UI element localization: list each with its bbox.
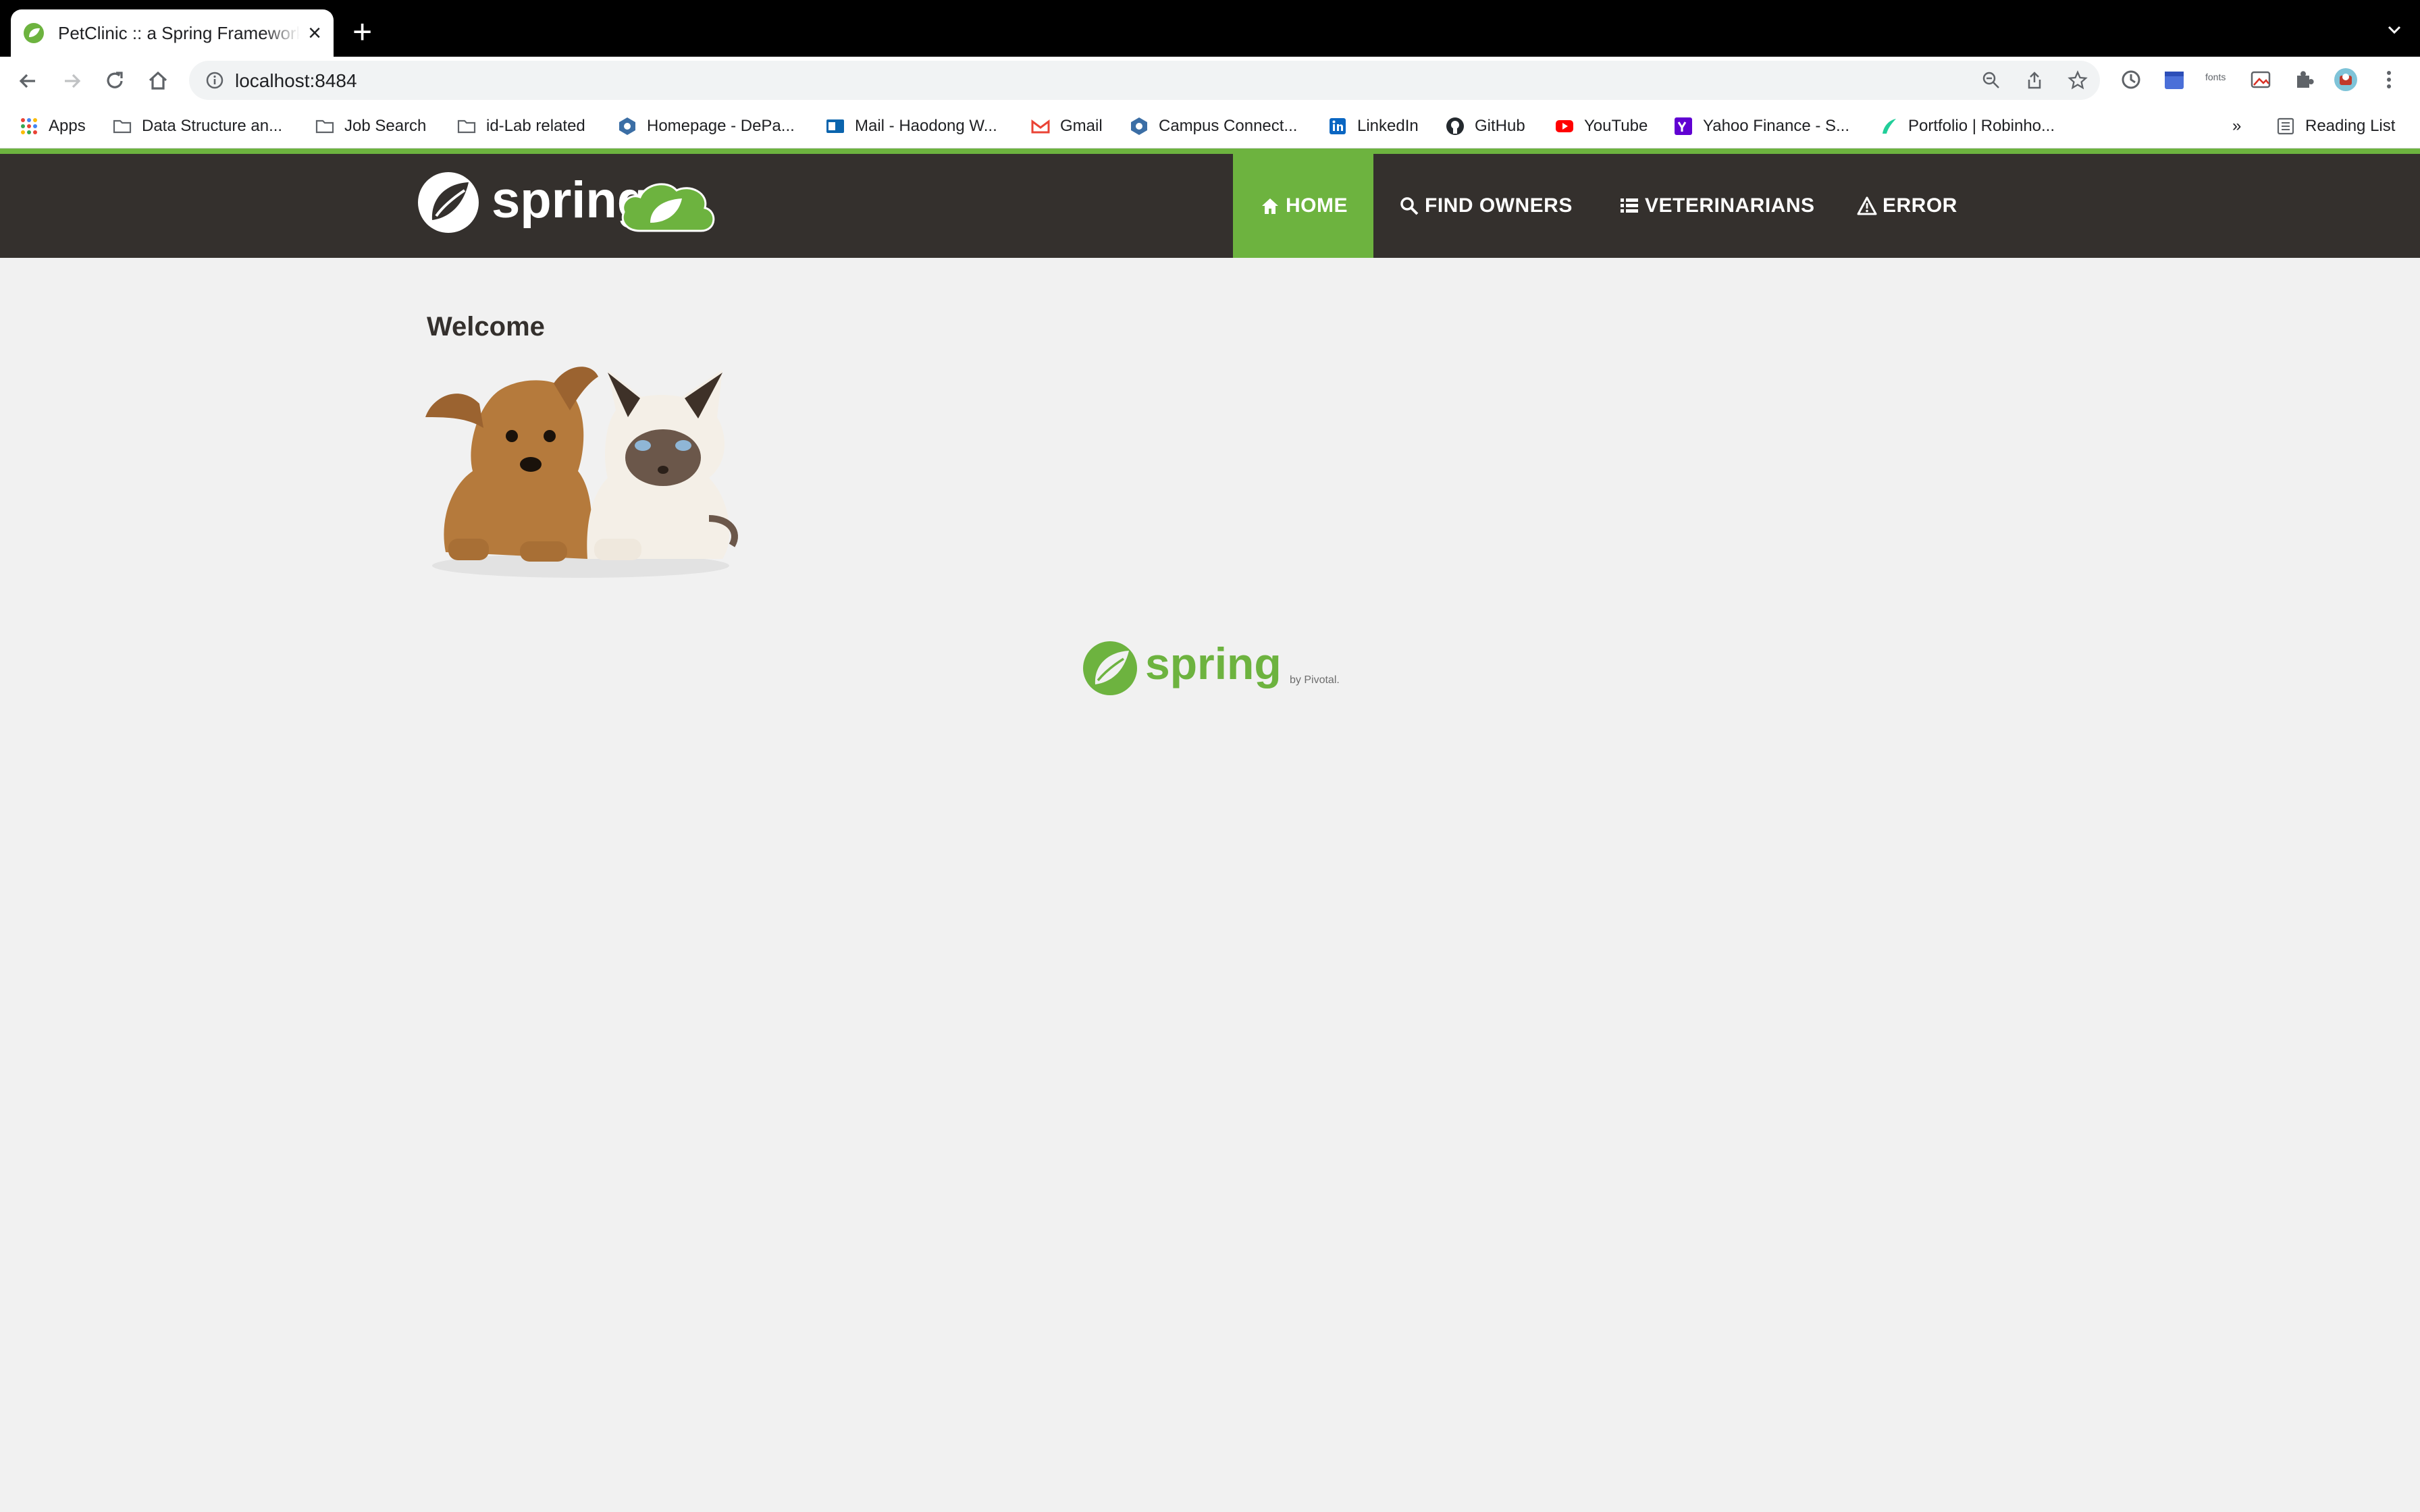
nav-find-owners-label: FIND OWNERS (1425, 194, 1573, 217)
overflow-chevron-icon: » (2232, 117, 2242, 135)
home-browser-icon[interactable] (144, 68, 172, 94)
bookmarks-overflow-button[interactable]: » (2232, 115, 2241, 138)
youtube-icon (1556, 120, 1573, 132)
home-icon (1262, 198, 1278, 214)
spring-favicon-icon (24, 23, 44, 43)
robinhood-icon (1883, 119, 1896, 134)
gmail-icon (1031, 119, 1050, 134)
folder-icon (113, 119, 132, 134)
address-bar[interactable]: localhost:8484 (189, 61, 2100, 100)
bookmark-folder-id-lab[interactable]: id-Lab related (456, 115, 585, 138)
extensions-puzzle-icon[interactable] (2292, 68, 2316, 92)
bookmark-folder-data-structure[interactable]: Data Structure an... (112, 115, 282, 138)
extension-image-icon[interactable] (2248, 68, 2273, 92)
extension-fonts-icon[interactable]: fonts (2205, 72, 2230, 96)
bookmark-label: GitHub (1475, 117, 1525, 135)
spring-logo[interactable]: spring (417, 169, 729, 240)
depaul-icon (619, 117, 635, 135)
footer-tagline: by Pivotal. (1290, 674, 1340, 686)
new-tab-icon[interactable]: + (352, 15, 372, 49)
page-title: Welcome (427, 312, 545, 342)
nav-error[interactable]: ERROR (1857, 154, 1957, 258)
bookmark-label: Data Structure an... (142, 117, 283, 135)
bookmark-youtube[interactable]: YouTube (1554, 115, 1648, 138)
pets-image (425, 367, 738, 578)
bookmark-folder-job-search[interactable]: Job Search (315, 115, 426, 138)
nav-error-label: ERROR (1883, 194, 1957, 217)
bookmark-label: Gmail (1060, 117, 1103, 135)
forward-icon[interactable] (58, 68, 85, 94)
bookmark-campus-connect[interactable]: Campus Connect... (1129, 115, 1297, 138)
browser-tab[interactable]: PetClinic :: a Spring Framework demonstr… (11, 9, 334, 57)
url-text: localhost:8484 (235, 70, 357, 91)
reload-icon[interactable] (101, 68, 128, 94)
bookmark-label: Homepage - DePa... (647, 117, 795, 135)
outlook-icon (826, 119, 844, 133)
profile-avatar-icon[interactable] (2334, 68, 2358, 92)
info-icon[interactable] (205, 71, 224, 90)
star-icon[interactable] (2068, 70, 2088, 90)
bookmarks-bar: Apps Data Structure an... Job Search id-… (0, 104, 2420, 148)
yahoo-icon (1675, 117, 1692, 135)
github-icon (1446, 117, 1464, 135)
search-icon (1400, 197, 1419, 215)
bookmark-label: Apps (49, 117, 86, 135)
close-tab-icon[interactable]: × (308, 22, 321, 45)
bookmark-apps[interactable]: Apps (19, 115, 86, 138)
bookmark-mail[interactable]: Mail - Haodong W... (825, 115, 997, 138)
bookmark-label: Mail - Haodong W... (855, 117, 997, 135)
bookmark-homepage-depaul[interactable]: Homepage - DePa... (617, 115, 795, 138)
spring-by-pivotal-logo: spring by Pivotal. (1083, 639, 1340, 695)
reading-list-icon (2277, 117, 2294, 135)
warning-icon (1857, 196, 1877, 215)
tab-title: PetClinic :: a Spring Framework demonstr… (58, 22, 300, 43)
bookmark-label: Job Search (344, 117, 427, 135)
apps-grid-icon (21, 118, 37, 134)
nav-veterinarians[interactable]: VETERINARIANS (1619, 154, 1815, 258)
bookmark-label: YouTube (1584, 117, 1648, 135)
chevron-down-icon[interactable] (2385, 20, 2404, 39)
bookmark-label: Portfolio | Robinho... (1908, 117, 2055, 135)
depaul-icon (1131, 117, 1147, 135)
linkedin-icon (1330, 118, 1346, 134)
bookmark-label: LinkedIn (1357, 117, 1419, 135)
browser-tab-strip: PetClinic :: a Spring Framework demonstr… (0, 0, 2420, 57)
bookmark-linkedin[interactable]: LinkedIn (1327, 115, 1419, 138)
navbar-top-accent (0, 148, 2420, 154)
bookmark-label: Campus Connect... (1159, 117, 1298, 135)
bookmark-label: Yahoo Finance - S... (1703, 117, 1850, 135)
back-icon[interactable] (15, 68, 42, 94)
reading-list-label: Reading List (2305, 117, 2396, 135)
folder-icon (457, 119, 476, 134)
footer-spring-wordmark: spring (1145, 639, 1282, 688)
bookmark-github[interactable]: GitHub (1445, 115, 1525, 138)
zoom-icon[interactable] (1981, 70, 2001, 90)
bookmark-robinhood[interactable]: Portfolio | Robinho... (1878, 115, 2055, 138)
extension-calendar-icon[interactable] (2162, 68, 2186, 92)
reading-list-button[interactable]: Reading List (2276, 115, 2395, 138)
bookmark-label: id-Lab related (486, 117, 585, 135)
bookmark-yahoo-finance[interactable]: Yahoo Finance - S... (1673, 115, 1849, 138)
bookmark-gmail[interactable]: Gmail (1030, 115, 1103, 138)
folder-icon (315, 119, 334, 134)
share-icon[interactable] (2024, 70, 2045, 90)
extension-sync-icon[interactable] (2119, 68, 2143, 92)
browser-menu-icon[interactable] (2377, 68, 2401, 92)
nav-find-owners[interactable]: FIND OWNERS (1399, 154, 1573, 258)
nav-home[interactable]: HOME (1233, 154, 1373, 258)
main-navbar: spring HOME FIND OWNERS VETERINARIANS ER… (0, 154, 2420, 258)
nav-home-label: HOME (1286, 194, 1348, 217)
nav-veterinarians-label: VETERINARIANS (1645, 194, 1815, 217)
list-icon (1621, 198, 1638, 213)
